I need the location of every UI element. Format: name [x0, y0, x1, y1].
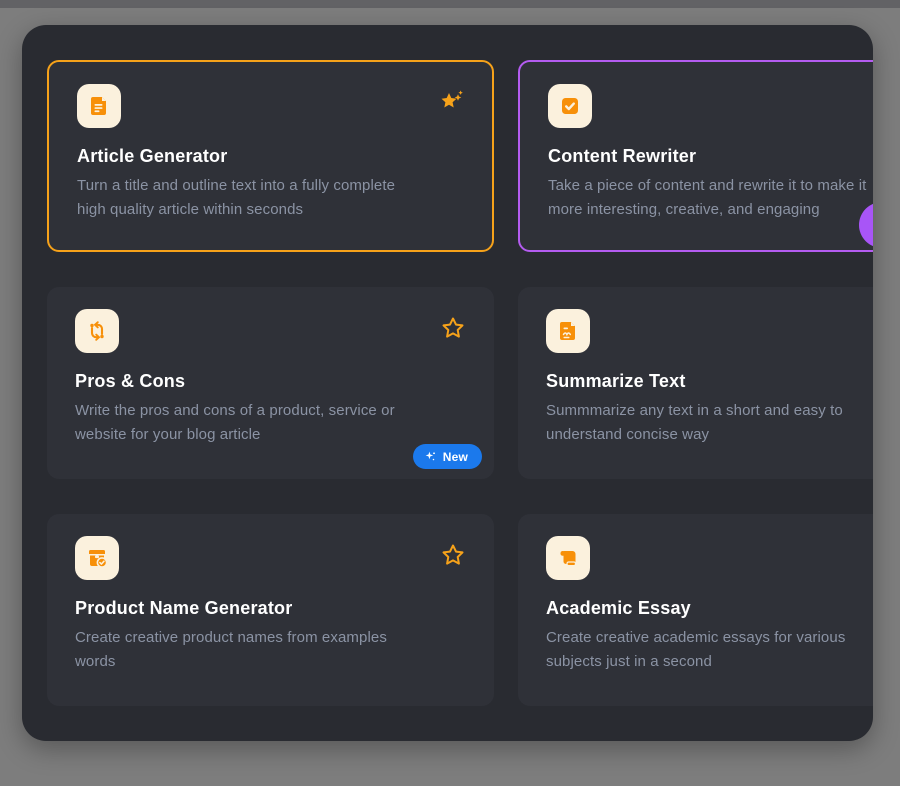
- window-top-edge: [0, 0, 900, 8]
- icon-chip: [75, 309, 119, 353]
- card-description: Write the pros and cons of a product, se…: [75, 399, 407, 447]
- card-description: Summmarize any text in a short and easy …: [546, 399, 873, 447]
- icon-chip: [75, 536, 119, 580]
- summary-document-icon: [556, 319, 580, 343]
- card-title: Product Name Generator: [75, 596, 466, 620]
- icon-chip: [546, 309, 590, 353]
- favorite-star-outline-icon[interactable]: [440, 542, 466, 568]
- card-pros-and-cons[interactable]: Pros & Cons Write the pros and cons of a…: [47, 287, 494, 479]
- favorite-star-outline-icon[interactable]: [440, 315, 466, 341]
- document-icon: [87, 94, 111, 118]
- card-academic-essay[interactable]: Academic Essay Create creative academic …: [518, 514, 873, 706]
- tool-card-grid: Article Generator Turn a title and outli…: [47, 60, 873, 706]
- icon-chip: [77, 84, 121, 128]
- card-description: Turn a title and outline text into a ful…: [77, 174, 409, 222]
- icon-chip: [546, 536, 590, 580]
- card-product-name-generator[interactable]: Product Name Generator Create creative p…: [47, 514, 494, 706]
- tools-panel: Article Generator Turn a title and outli…: [22, 25, 873, 741]
- badge-label: New: [443, 450, 468, 464]
- sparkle-icon: [424, 450, 437, 463]
- card-summarize-text[interactable]: Summarize Text Summmarize any text in a …: [518, 287, 873, 479]
- new-badge: New: [413, 444, 482, 469]
- package-check-icon: [85, 546, 109, 570]
- card-content-rewriter[interactable]: Content Rewriter Take a piece of content…: [518, 60, 873, 252]
- card-description: Create creative academic essays for vari…: [546, 626, 873, 674]
- card-title: Pros & Cons: [75, 369, 466, 393]
- icon-chip: [548, 84, 592, 128]
- favorite-star-filled-icon[interactable]: [438, 86, 464, 112]
- card-description: Create creative product names from examp…: [75, 626, 407, 674]
- card-title: Article Generator: [77, 144, 464, 168]
- swap-arrows-icon: [85, 319, 109, 343]
- card-title: Content Rewriter: [548, 144, 873, 168]
- checkbox-icon: [558, 94, 582, 118]
- card-article-generator[interactable]: Article Generator Turn a title and outli…: [47, 60, 494, 252]
- card-title: Summarize Text: [546, 369, 873, 393]
- scroll-icon: [556, 546, 580, 570]
- card-title: Academic Essay: [546, 596, 873, 620]
- card-description: Take a piece of content and rewrite it t…: [548, 174, 873, 222]
